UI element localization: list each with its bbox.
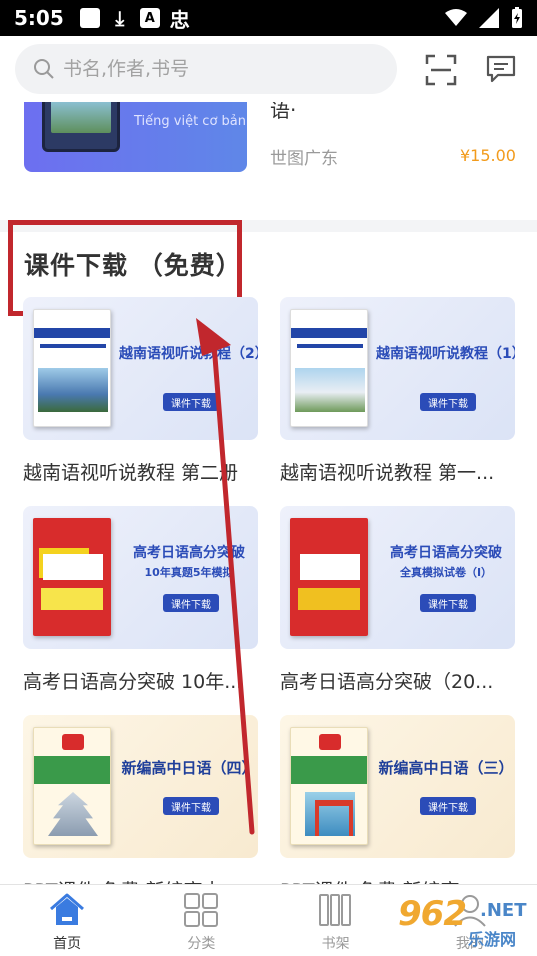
courseware-card[interactable]: 高考日语高分突破 全真模拟试卷（I） 课件下载 高考日语高分突破（20...	[280, 506, 515, 694]
download-button[interactable]: 课件下载	[420, 594, 476, 612]
watermark-text: 乐游网	[468, 930, 517, 949]
search-box[interactable]	[15, 44, 397, 94]
nav-home-label: 首页	[53, 936, 82, 952]
book-cover: Tiếng việt cơ bản	[24, 102, 247, 172]
nav-home[interactable]: 首页	[0, 885, 134, 956]
card-banner: 越南语视听说教程（1） 课件下载	[280, 297, 515, 440]
book-list-item[interactable]: Tiếng việt cơ bản 语· 世图广东 ¥15.00	[0, 102, 537, 222]
download-button[interactable]: 课件下载	[163, 797, 219, 815]
wifi-icon	[445, 9, 467, 26]
book-title-fragment: 语·	[270, 102, 297, 122]
search-input[interactable]	[63, 58, 363, 80]
scan-icon[interactable]	[425, 54, 457, 86]
banner-subtitle: 全真模拟试卷（I）	[399, 566, 493, 579]
card-banner: 高考日语高分突破 全真模拟试卷（I） 课件下载	[280, 506, 515, 649]
book-cover	[290, 309, 368, 427]
book-cover	[290, 518, 368, 636]
banner-title: 越南语视听说教程（2）	[119, 346, 258, 362]
book-cover	[290, 727, 368, 845]
courseware-card[interactable]: 新编高中日语（三） 课件下载 PPT课件 免费 新编高...	[280, 715, 515, 884]
nav-bookshelf[interactable]: 书架	[269, 885, 403, 956]
card-caption: PPT课件 免费 新编高...	[280, 876, 515, 884]
nav-category-label: 分类	[187, 936, 216, 952]
nav-bookshelf-label: 书架	[321, 936, 350, 952]
download-button[interactable]: 课件下载	[163, 393, 219, 411]
watermark-logo: 962	[398, 894, 467, 934]
download-button[interactable]: 课件下载	[163, 594, 219, 612]
book-price: ¥15.00	[460, 146, 516, 165]
banner-subtitle: 10年真题5年模拟	[144, 566, 234, 579]
banner-title: 高考日语高分突破	[390, 545, 502, 561]
banner-title: 新编高中日语（三）	[378, 759, 514, 777]
book-publisher: 世图广东	[270, 149, 338, 169]
main-content: Tiếng việt cơ bản 语· 世图广东 ¥15.00 课件下载 （免…	[0, 102, 537, 884]
signal-icon	[479, 8, 499, 28]
message-icon[interactable]	[486, 54, 516, 84]
card-banner: 高考日语高分突破 10年真题5年模拟 课件下载	[23, 506, 258, 649]
card-caption: 越南语视听说教程 第一...	[280, 462, 495, 484]
card-banner: 越南语视听说教程（2） 课件下载	[23, 297, 258, 440]
tablet-image	[42, 102, 120, 152]
home-icon	[50, 893, 85, 925]
card-caption: 越南语视听说教程 第二册	[23, 462, 239, 484]
courseware-card[interactable]: 新编高中日语（四） 课件下载 PPT课件 免费 新编高中...	[23, 715, 258, 884]
card-banner: 新编高中日语（四） 课件下载	[23, 715, 258, 858]
search-header	[0, 36, 537, 102]
courseware-card[interactable]: 越南语视听说教程（2） 课件下载 越南语视听说教程 第二册	[23, 297, 258, 485]
app-char-icon: 忠	[169, 7, 190, 32]
cover-caption: Tiếng việt cơ bản	[134, 114, 246, 129]
app-a-icon: A	[139, 8, 160, 28]
card-caption: PPT课件 免费 新编高中...	[23, 876, 258, 884]
download-button[interactable]: 课件下载	[420, 797, 476, 815]
book-cover	[33, 309, 111, 427]
book-cover	[33, 727, 111, 845]
status-left-icons: ⤓ A 忠	[79, 6, 190, 32]
notification-square-icon	[79, 8, 100, 28]
nav-category[interactable]: 分类	[134, 885, 268, 956]
site-watermark: 962 .NET 乐游网	[398, 886, 534, 952]
status-bar: 5:05 ⤓ A 忠	[0, 0, 537, 36]
status-time: 5:05	[14, 6, 64, 30]
banner-title: 新编高中日语（四）	[121, 759, 257, 777]
courseware-card[interactable]: 越南语视听说教程（1） 课件下载 越南语视听说教程 第一...	[280, 297, 515, 485]
category-icon	[184, 893, 219, 927]
search-icon	[34, 59, 54, 79]
card-banner: 新编高中日语（三） 课件下载	[280, 715, 515, 858]
banner-title: 高考日语高分突破	[133, 545, 245, 561]
battery-icon	[512, 7, 522, 28]
card-caption: 高考日语高分突破 10年...	[23, 671, 243, 693]
banner-title: 越南语视听说教程（1）	[376, 346, 515, 362]
bookshelf-icon	[318, 894, 351, 926]
courseware-card[interactable]: 高考日语高分突破 10年真题5年模拟 课件下载 高考日语高分突破 10年...	[23, 506, 258, 694]
download-button[interactable]: 课件下载	[420, 393, 476, 411]
download-icon: ⤓	[115, 6, 125, 30]
watermark-net: .NET	[480, 900, 527, 921]
book-cover	[33, 518, 111, 636]
status-right-icons	[445, 7, 523, 29]
card-caption: 高考日语高分突破（20...	[280, 671, 494, 693]
